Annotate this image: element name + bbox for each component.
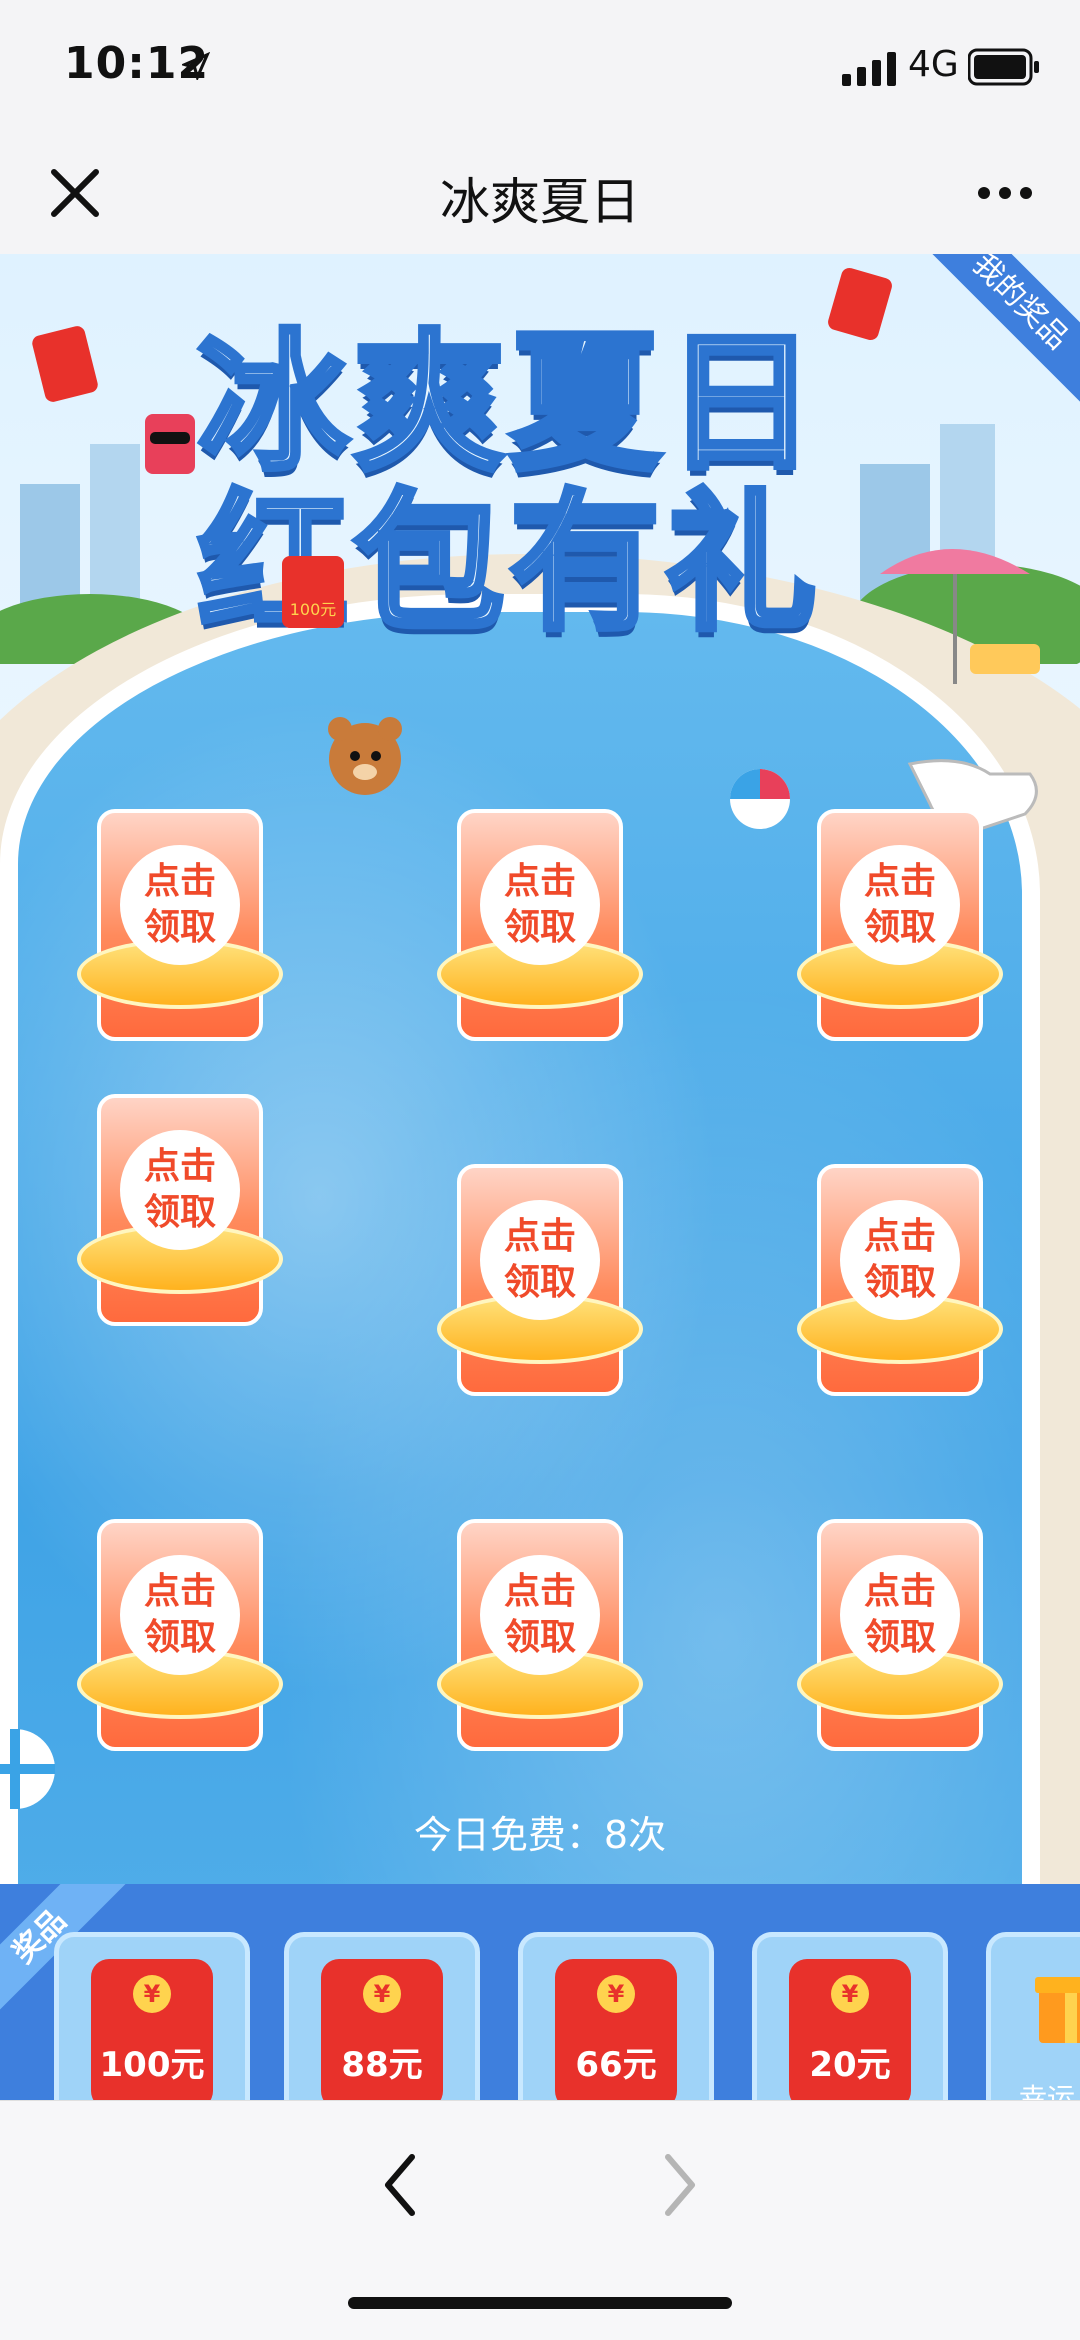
prize-tile[interactable]: 点击 领取 xyxy=(77,809,283,1049)
coin-icon: ¥ xyxy=(597,1975,635,2013)
nav-bar: 冰爽夏日 xyxy=(0,132,1080,255)
prize-tile[interactable]: 点击 领取 xyxy=(797,1519,1003,1759)
red-envelope: ¥ 66元 xyxy=(555,1959,677,2100)
coin-icon: ¥ xyxy=(363,1975,401,2013)
red-envelope: ¥ 20元 xyxy=(789,1959,911,2100)
tile-label: 点击 领取 xyxy=(120,845,240,965)
envelope-badge: 100元 xyxy=(282,556,344,628)
prize-tile[interactable]: 点击 领取 xyxy=(797,1164,1003,1404)
beach-chair-umbrella-icon xyxy=(880,549,1040,684)
prize-amount: 66元 xyxy=(575,2045,657,2085)
network-label: 4G xyxy=(908,44,959,85)
prize-tile[interactable]: 点击 领取 xyxy=(437,809,643,1049)
prize-tile[interactable]: 点击 领取 xyxy=(437,1164,643,1404)
red-envelope: ¥ 100元 xyxy=(91,1959,213,2100)
prize-amount: 20元 xyxy=(809,2045,891,2085)
back-arrow-icon[interactable] xyxy=(370,2145,430,2225)
signal-icon xyxy=(842,52,896,86)
prize-tile[interactable]: 点击 领取 xyxy=(437,1519,643,1759)
status-bar: 10:12 4G xyxy=(0,0,1080,132)
tile-label: 点击 领取 xyxy=(840,1555,960,1675)
prize-tile[interactable]: 点击 领取 xyxy=(77,1519,283,1759)
activity-scene: 冰爽夏日 红包有礼 100元 我的奖品 点击 领取 点击 领取 点击 领取 点击 领取 … xyxy=(0,254,1080,1884)
coin-icon: ¥ xyxy=(831,1975,869,2013)
gift-box-icon xyxy=(1035,1977,1080,2043)
prize-tile[interactable]: 点击 领取 xyxy=(77,1094,283,1334)
location-arrow-icon xyxy=(182,52,210,80)
prize-lucky-label: 幸运 xyxy=(1019,2082,1076,2100)
tile-label: 点击 领取 xyxy=(120,1555,240,1675)
red-envelope-decor-icon xyxy=(32,326,98,402)
tile-label: 点击 领取 xyxy=(840,845,960,965)
prize-card[interactable]: 幸运 xyxy=(986,1932,1080,2100)
free-count-label: 今日免费：8次 xyxy=(413,1813,667,1857)
prize-card[interactable]: ¥ 100元 xyxy=(54,1932,250,2100)
battery-icon xyxy=(968,48,1039,86)
home-indicator xyxy=(348,2297,732,2309)
tile-label: 点击 领取 xyxy=(480,1200,600,1320)
tile-label: 点击 领取 xyxy=(120,1130,240,1250)
tile-label: 点击 领取 xyxy=(840,1200,960,1320)
tile-label: 点击 领取 xyxy=(480,845,600,965)
bear-swimmer-icon xyxy=(328,717,402,795)
red-envelope: ¥ 88元 xyxy=(321,1959,443,2100)
prize-card[interactable]: ¥ 66元 xyxy=(518,1932,714,2100)
browser-toolbar xyxy=(0,2100,1080,2340)
prize-amount: 100元 xyxy=(99,2045,205,2085)
banner-title: 冰爽夏日 红包有礼 xyxy=(150,317,870,654)
prize-tile[interactable]: 点击 领取 xyxy=(797,809,1003,1049)
forward-arrow-icon[interactable] xyxy=(650,2145,710,2225)
prize-card[interactable]: ¥ 20元 xyxy=(752,1932,948,2100)
page-title: 冰爽夏日 xyxy=(440,173,640,231)
banner-title-line1: 冰爽夏日 xyxy=(195,317,822,491)
tile-label: 点击 领取 xyxy=(480,1555,600,1675)
prize-card[interactable]: ¥ 88元 xyxy=(284,1932,480,2100)
prize-amount: 88元 xyxy=(341,2045,423,2085)
more-options-icon[interactable] xyxy=(970,168,1040,218)
beach-ball-icon xyxy=(730,769,790,829)
coin-icon: ¥ xyxy=(133,1975,171,2013)
prize-strip: 奖品 ¥ 100元 ¥ 88元 ¥ 66元 ¥ 20元 幸运 xyxy=(0,1884,1080,2100)
beach-umbrella-icon xyxy=(0,1729,55,1809)
banner-title-line2: 红包有礼 xyxy=(195,477,822,651)
